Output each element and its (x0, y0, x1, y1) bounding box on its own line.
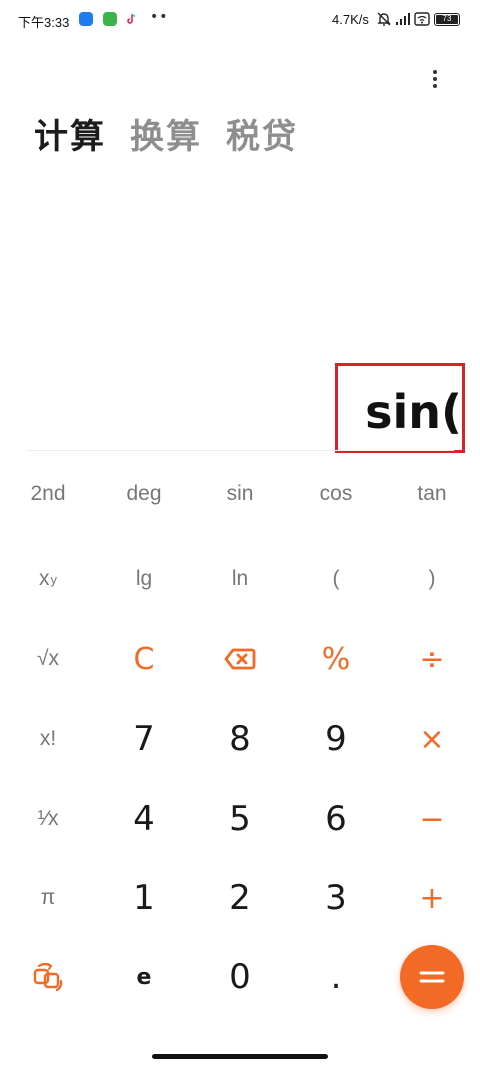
divide-button[interactable]: ÷ (384, 629, 480, 689)
home-indicator[interactable] (152, 1054, 328, 1059)
plus-button[interactable]: + (384, 868, 480, 928)
multiply-button[interactable]: × (384, 709, 480, 769)
euler-e-button[interactable]: e (96, 947, 192, 1007)
backspace-button[interactable] (192, 629, 288, 689)
status-time: 下午3:33 (18, 15, 70, 30)
tab-calculate[interactable]: 计算 (34, 112, 106, 162)
network-speed: 4.7K/s (332, 12, 369, 27)
equals-icon (419, 971, 445, 983)
second-function-button[interactable]: 2nd (0, 464, 96, 524)
sin-button[interactable]: sin (192, 464, 288, 524)
deg-button[interactable]: deg (96, 464, 192, 524)
pi-button[interactable]: π (0, 868, 96, 928)
expression-display: sin( (365, 385, 462, 439)
battery-icon: 73 (434, 13, 460, 26)
power-base: x (39, 567, 50, 590)
cos-button[interactable]: cos (288, 464, 384, 524)
signal-icon (396, 13, 410, 25)
digit-1-button[interactable]: 1 (96, 868, 192, 928)
wifi-icon (414, 12, 430, 26)
clear-button[interactable]: C (96, 629, 192, 689)
power-button[interactable]: xy (0, 549, 96, 609)
factorial-button[interactable]: x! (0, 709, 96, 769)
digit-9-button[interactable]: 9 (288, 709, 384, 769)
digit-3-button[interactable]: 3 (288, 868, 384, 928)
tiktok-app-icon (127, 13, 136, 24)
switch-mode-button[interactable] (0, 947, 96, 1007)
ln-button[interactable]: ln (192, 549, 288, 609)
shield-app-icon (79, 12, 93, 26)
percent-button[interactable]: % (288, 629, 384, 689)
reciprocal-button[interactable]: ¹⁄x (0, 789, 96, 849)
download-app-icon (103, 12, 117, 26)
digit-0-button[interactable]: 0 (192, 947, 288, 1007)
lg-button[interactable]: lg (96, 549, 192, 609)
digit-5-button[interactable]: 5 (192, 789, 288, 849)
battery-level: 73 (436, 15, 458, 24)
power-exponent: y (50, 571, 58, 587)
digit-7-button[interactable]: 7 (96, 709, 192, 769)
mode-tabs: 计算 换算 税贷 (34, 112, 298, 162)
equals-button[interactable] (400, 945, 464, 1009)
status-bar: 下午3:33 •• 4.7K/s 73 (0, 0, 480, 40)
close-paren-button[interactable]: ) (384, 549, 480, 609)
digit-8-button[interactable]: 8 (192, 709, 288, 769)
minus-button[interactable]: − (384, 789, 480, 849)
open-paren-button[interactable]: ( (288, 549, 384, 609)
digit-6-button[interactable]: 6 (288, 789, 384, 849)
more-vertical-icon[interactable] (420, 64, 450, 94)
digit-2-button[interactable]: 2 (192, 868, 288, 928)
sqrt-button[interactable]: √x (0, 629, 96, 689)
decimal-point-button[interactable]: . (288, 947, 384, 1007)
notification-dots: •• (150, 9, 169, 25)
tab-convert[interactable]: 换算 (130, 112, 202, 162)
divider (26, 450, 454, 451)
backspace-icon (224, 648, 256, 670)
digit-4-button[interactable]: 4 (96, 789, 192, 849)
bell-muted-icon (377, 12, 391, 26)
tab-tax-loan[interactable]: 税贷 (226, 112, 298, 162)
tan-button[interactable]: tan (384, 464, 480, 524)
switch-mode-icon (33, 962, 63, 992)
